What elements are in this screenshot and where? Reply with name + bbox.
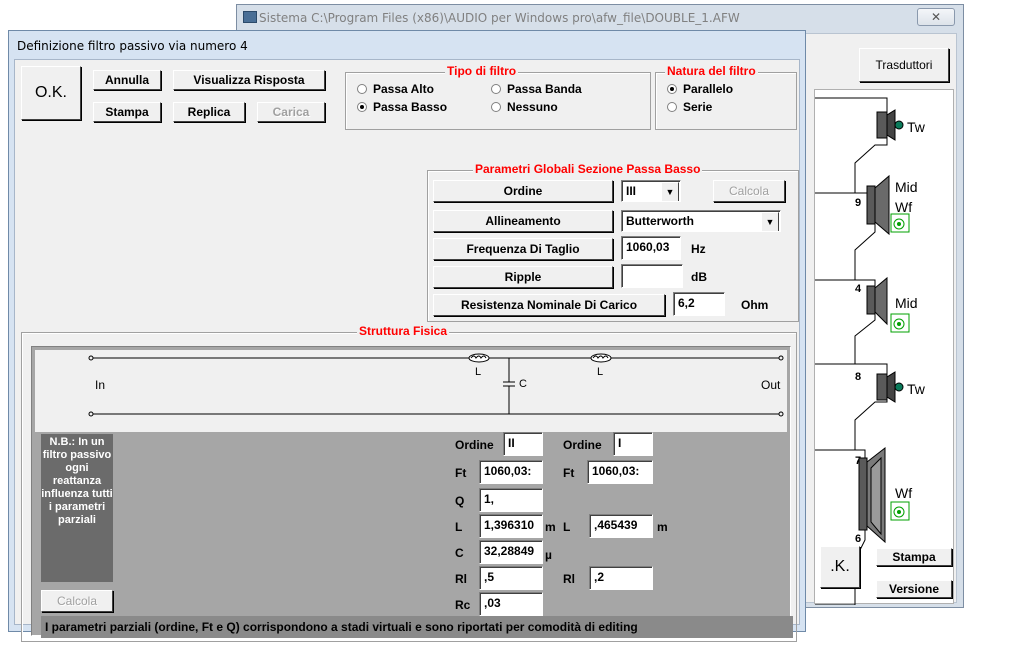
driver-diagram: Tw 9 Mid Wf 4 Mid 8 Tw 7 Wf 6 bbox=[815, 97, 926, 605]
svg-text:4: 4 bbox=[855, 283, 862, 295]
ok-button[interactable]: O.K. bbox=[21, 66, 81, 120]
allineamento-button[interactable]: Allineamento bbox=[433, 210, 613, 232]
inductor-2-icon bbox=[590, 353, 612, 363]
circuit-diagram bbox=[88, 353, 784, 417]
frequenza-input[interactable]: 1060,03 bbox=[621, 236, 681, 260]
tweeter-icon bbox=[876, 109, 904, 141]
left-c-label: C bbox=[455, 546, 464, 560]
frequenza-button[interactable]: Frequenza Di Taglio bbox=[433, 238, 613, 260]
chevron-down-icon: ▼ bbox=[661, 182, 679, 201]
ok-button-bg[interactable]: .K. bbox=[820, 546, 860, 588]
footer-note: I parametri parziali (ordine, Ft e Q) co… bbox=[41, 616, 793, 638]
right-l-input[interactable]: ,465439 bbox=[589, 514, 653, 538]
filter-dialog: Definizione filtro passivo via numero 4 … bbox=[8, 30, 806, 642]
radio-passa-basso[interactable]: Passa Basso bbox=[357, 100, 447, 114]
inductor-1-label: L bbox=[475, 366, 482, 378]
right-rl-input[interactable]: ,2 bbox=[589, 566, 653, 590]
ohm-unit: Ohm bbox=[741, 298, 769, 312]
ordine-select[interactable]: III ▼ bbox=[621, 180, 681, 202]
left-c-input[interactable]: 32,28849 bbox=[479, 540, 543, 564]
hz-unit: Hz bbox=[691, 242, 706, 256]
tweeter-icon bbox=[876, 371, 904, 403]
chevron-down-icon: ▼ bbox=[761, 212, 779, 231]
calcola-partial-button[interactable]: Calcola bbox=[41, 590, 113, 612]
ripple-button[interactable]: Ripple bbox=[433, 266, 613, 288]
stampa-button-bg[interactable]: Stampa bbox=[876, 548, 952, 566]
left-l-label: L bbox=[455, 520, 463, 534]
replica-button[interactable]: Replica bbox=[173, 102, 245, 122]
inductor-1-icon bbox=[468, 353, 490, 363]
right-ft-input[interactable]: 1060,03: bbox=[587, 460, 653, 484]
right-rl-label: Rl bbox=[563, 572, 575, 586]
inductor-2-label: L bbox=[597, 366, 604, 378]
left-ft-label: Ft bbox=[455, 466, 467, 480]
tipo-filtro-label: Tipo di filtro bbox=[445, 64, 519, 78]
circuit-area: In Out L L C bbox=[35, 350, 787, 432]
visualizza-risposta-button[interactable]: Visualizza Risposta bbox=[173, 70, 325, 90]
app-icon bbox=[243, 11, 257, 23]
svg-text:9: 9 bbox=[855, 197, 861, 209]
svg-text:Wf: Wf bbox=[895, 485, 912, 501]
global-params-label: Parametri Globali Sezione Passa Basso bbox=[473, 162, 703, 176]
capacitor-label: C bbox=[519, 378, 527, 390]
left-ordine-label: Ordine bbox=[455, 438, 494, 452]
svg-text:Tw: Tw bbox=[907, 381, 926, 397]
resistenza-button[interactable]: Resistenza Nominale Di Carico bbox=[433, 294, 665, 316]
right-ordine-label: Ordine bbox=[563, 438, 602, 452]
dialog-client: O.K. Annulla Visualizza Risposta Stampa … bbox=[14, 59, 800, 642]
driver-1-label: Tw bbox=[907, 119, 926, 135]
left-ordine-input[interactable]: II bbox=[503, 432, 543, 456]
dialog-title: Definizione filtro passivo via numero 4 bbox=[17, 39, 248, 53]
radio-passa-banda[interactable]: Passa Banda bbox=[491, 82, 582, 96]
db-unit: dB bbox=[691, 270, 707, 284]
right-l-unit: m bbox=[657, 520, 668, 534]
svg-text:8: 8 bbox=[855, 371, 861, 383]
left-c-unit: µ bbox=[545, 548, 552, 562]
out-label: Out bbox=[761, 378, 781, 392]
system-window-title: Sistema C:\Program Files (x86)\AUDIO per… bbox=[259, 11, 740, 25]
allineamento-select[interactable]: Butterworth ▼ bbox=[621, 210, 781, 232]
svg-text:6: 6 bbox=[855, 533, 861, 545]
struttura-label: Struttura Fisica bbox=[357, 324, 450, 338]
radio-nessuno[interactable]: Nessuno bbox=[491, 100, 558, 114]
ripple-input[interactable] bbox=[621, 264, 683, 288]
right-l-label: L bbox=[563, 520, 571, 534]
left-l-input[interactable]: 1,396310 bbox=[479, 514, 543, 538]
trasduttori-button[interactable]: Trasduttori bbox=[859, 48, 949, 82]
versione-button[interactable]: Versione bbox=[876, 580, 952, 598]
left-q-label: Q bbox=[455, 494, 465, 508]
nb-note: N.B.: In un filtro passivo ogni reattanz… bbox=[41, 434, 113, 582]
left-rc-label: Rc bbox=[455, 598, 471, 612]
radio-parallelo[interactable]: Parallelo bbox=[667, 82, 733, 96]
resistenza-input[interactable]: 6,2 bbox=[673, 292, 725, 316]
right-ft-label: Ft bbox=[563, 466, 575, 480]
radio-serie[interactable]: Serie bbox=[667, 100, 712, 114]
svg-text:Wf: Wf bbox=[895, 199, 912, 215]
svg-text:Mid: Mid bbox=[895, 295, 918, 311]
left-rc-input[interactable]: ,03 bbox=[479, 592, 543, 616]
calcola-button[interactable]: Calcola bbox=[713, 180, 785, 202]
left-q-input[interactable]: 1, bbox=[479, 488, 543, 512]
left-rl-input[interactable]: ,5 bbox=[479, 566, 543, 590]
stampa-button[interactable]: Stampa bbox=[93, 102, 161, 122]
carica-button[interactable]: Carica bbox=[257, 102, 325, 122]
left-rl-label: Rl bbox=[455, 572, 467, 586]
left-ft-input[interactable]: 1060,03: bbox=[479, 460, 543, 484]
natura-filtro-label: Natura del filtro bbox=[665, 64, 758, 78]
radio-passa-alto[interactable]: Passa Alto bbox=[357, 82, 434, 96]
driver-panel: Tw 9 Mid Wf 4 Mid 8 Tw 7 Wf 6 bbox=[814, 89, 954, 605]
left-l-unit: m bbox=[545, 520, 556, 534]
svg-text:Mid: Mid bbox=[895, 179, 918, 195]
in-label: In bbox=[95, 378, 106, 392]
annulla-button[interactable]: Annulla bbox=[93, 70, 161, 90]
ordine-button[interactable]: Ordine bbox=[433, 180, 613, 202]
close-button[interactable]: ✕ bbox=[917, 8, 955, 26]
right-ordine-input[interactable]: I bbox=[613, 432, 653, 456]
